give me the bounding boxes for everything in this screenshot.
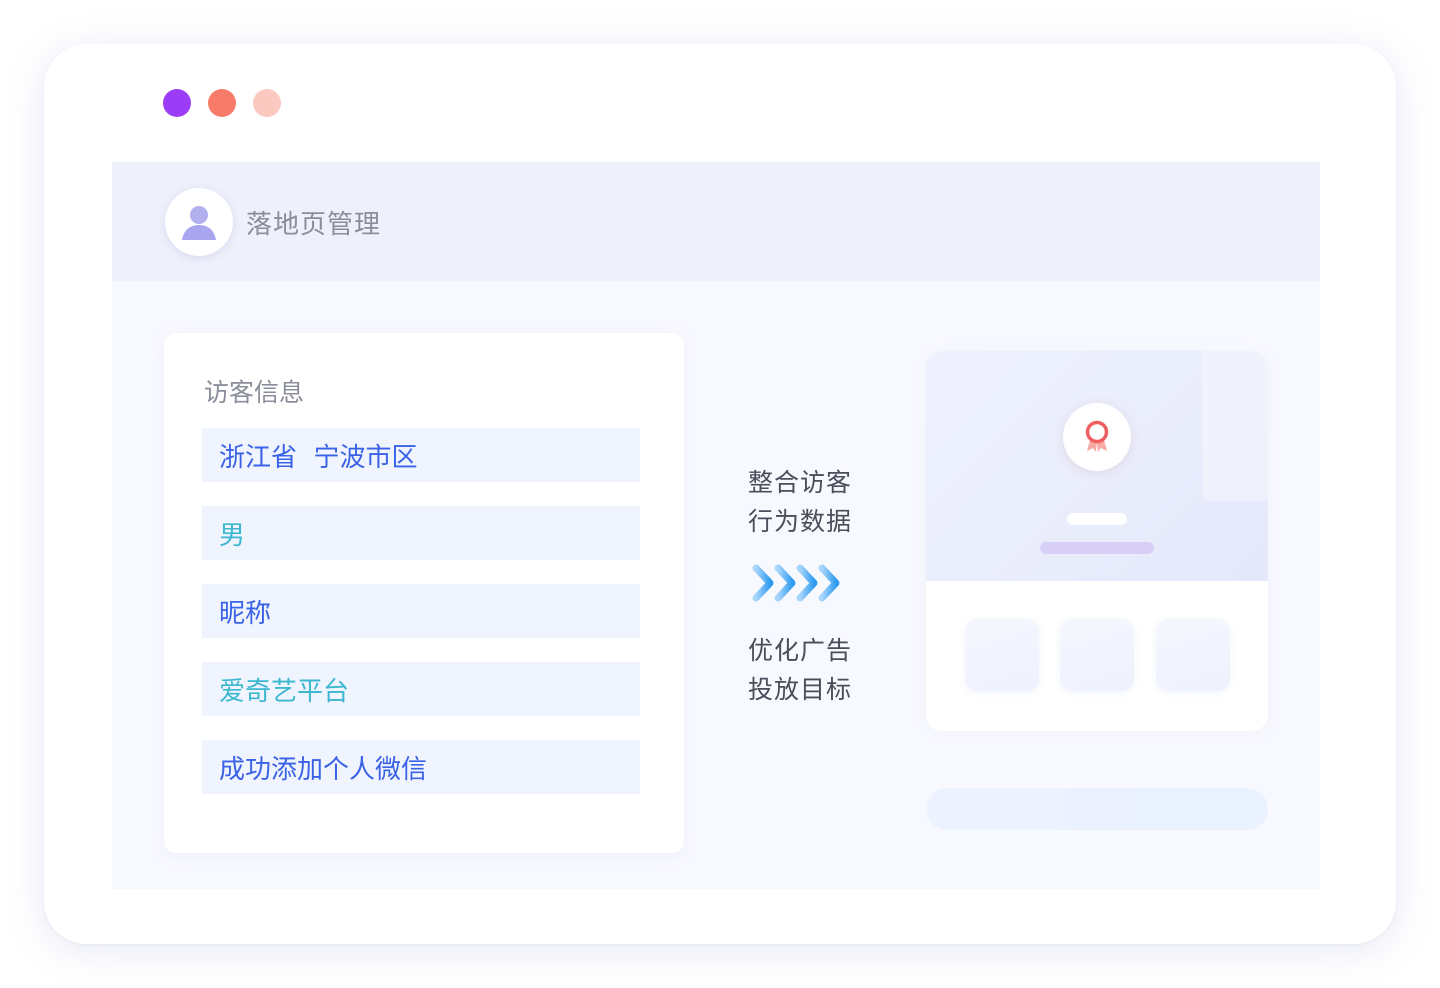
- integrate-line-1: 整合访客: [748, 468, 853, 497]
- landing-page-preview: [926, 351, 1268, 731]
- preview-subtitle-placeholder: [1040, 542, 1154, 554]
- integrate-data-text: 整合访客 行为数据: [748, 463, 852, 541]
- info-row-gender: 男: [202, 506, 640, 560]
- preview-tile: [965, 619, 1039, 691]
- window-dot-orange: [208, 89, 236, 117]
- info-row-platform: 爱奇艺平台: [202, 662, 640, 716]
- medal-icon: [1085, 420, 1109, 452]
- window-dot-purple: [163, 89, 191, 117]
- info-row-location: 浙江省 宁波市区: [202, 428, 640, 482]
- preview-title-placeholder: [1067, 513, 1127, 525]
- info-row-label: 昵称: [219, 598, 272, 629]
- preview-tile: [1156, 619, 1230, 691]
- info-row-label: 浙江省 宁波市区: [219, 442, 418, 473]
- visitor-info-title: 访客信息: [204, 378, 305, 407]
- preview-decoration: [1202, 351, 1268, 501]
- page-title: 落地页管理: [246, 210, 382, 240]
- optimize-ads-text: 优化广告 投放目标: [748, 631, 852, 709]
- user-icon: [182, 206, 216, 240]
- info-row-label: 爱奇艺平台: [219, 676, 350, 707]
- info-row-wechat: 成功添加个人微信: [202, 740, 640, 794]
- optimize-line-2: 投放目标: [748, 675, 853, 704]
- info-row-label: 男: [219, 520, 246, 551]
- medal-badge: [1063, 403, 1131, 471]
- window-dot-pink: [253, 89, 281, 117]
- avatar[interactable]: [165, 188, 233, 256]
- preview-button-placeholder: [926, 788, 1268, 830]
- info-row-nickname: 昵称: [202, 584, 640, 638]
- info-row-label: 成功添加个人微信: [219, 754, 428, 785]
- integrate-line-2: 行为数据: [748, 507, 853, 536]
- optimize-line-1: 优化广告: [748, 636, 853, 665]
- preview-tile: [1060, 619, 1134, 691]
- chevron-right-icon: [752, 564, 840, 602]
